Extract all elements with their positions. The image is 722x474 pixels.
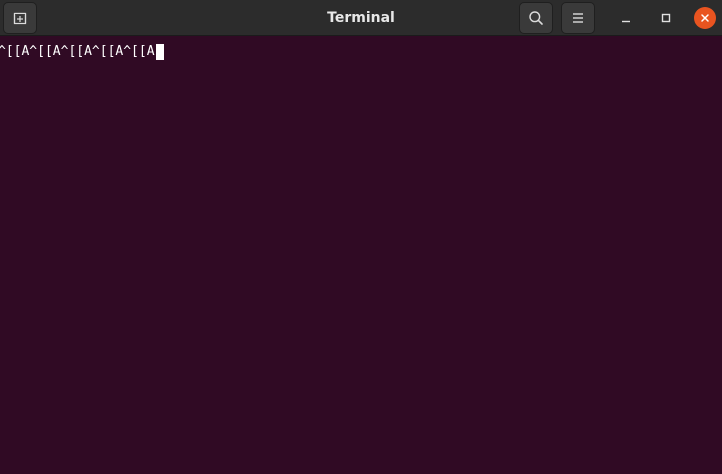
minimize-icon bbox=[622, 20, 630, 23]
menu-button[interactable] bbox=[561, 2, 595, 34]
search-icon bbox=[529, 11, 543, 25]
close-button[interactable] bbox=[694, 7, 716, 29]
maximize-button[interactable] bbox=[654, 6, 678, 30]
text-cursor bbox=[155, 44, 164, 60]
maximize-icon bbox=[661, 13, 671, 23]
hamburger-menu-icon bbox=[573, 13, 583, 23]
terminal-output[interactable]: ^[[A^[[A^[[A^[[A^[[A bbox=[0, 37, 722, 474]
terminal-line: ^[[A^[[A^[[A^[[A^[[A bbox=[0, 43, 164, 61]
search-button[interactable] bbox=[519, 2, 553, 34]
title-bar[interactable]: Terminal bbox=[0, 0, 722, 36]
terminal-window: Terminal ^[[A^[[A^[[A^[[A^[[A bbox=[0, 0, 722, 474]
close-icon bbox=[701, 14, 709, 22]
minimize-button[interactable] bbox=[614, 6, 638, 30]
terminal-line-text: ^[[A^[[A^[[A^[[A^[[A bbox=[0, 44, 155, 59]
new-tab-icon bbox=[13, 12, 27, 25]
new-tab-button[interactable] bbox=[3, 2, 37, 34]
